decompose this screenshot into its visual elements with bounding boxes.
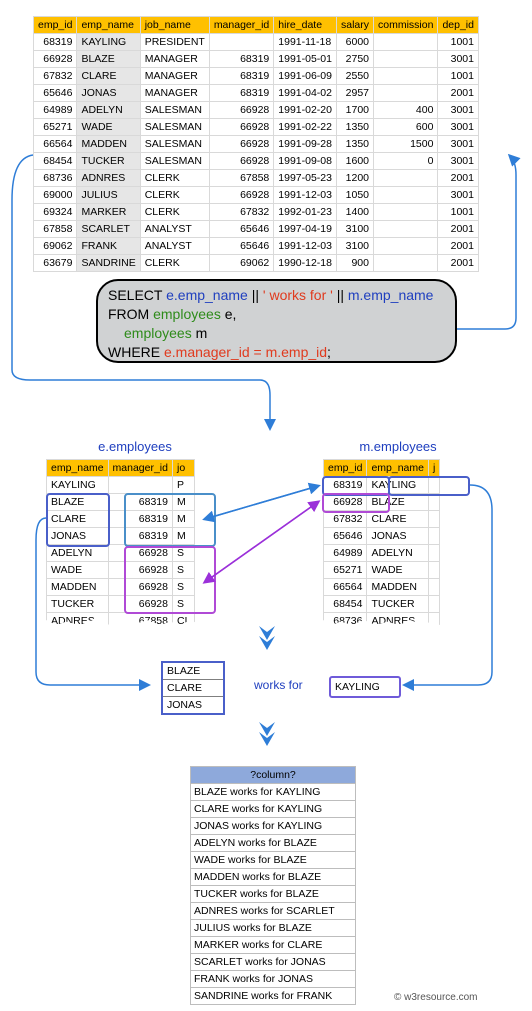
arrow-sql-to-table (457, 153, 521, 330)
arrow-e-names-to-list (35, 517, 151, 691)
down-arrow-icon-2 (259, 722, 275, 746)
arrow-kayling-to-box (402, 484, 493, 691)
arrow-table-to-join (11, 154, 276, 431)
down-arrow-icon-1 (259, 626, 275, 650)
arrows-layer (11, 153, 521, 746)
